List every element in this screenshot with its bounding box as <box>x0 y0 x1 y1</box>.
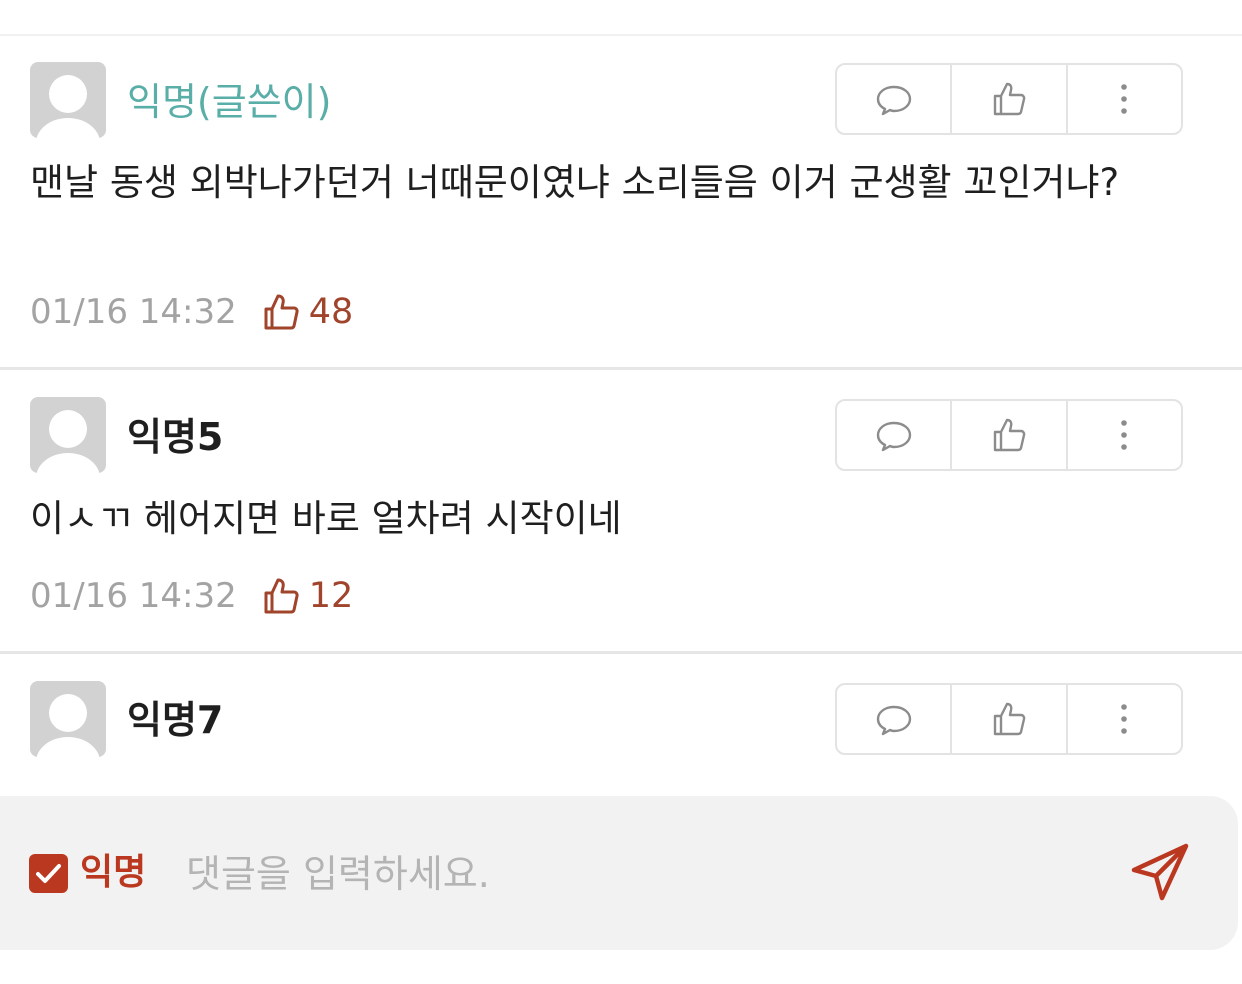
comment-divider <box>0 367 1242 370</box>
like-button[interactable] <box>950 65 1065 133</box>
comment-input-bar: 익명 <box>0 796 1238 950</box>
comment-text: 이ㅅㄲ 헤어지면 바로 얼차려 시작이네 <box>30 497 622 540</box>
avatar <box>30 397 106 473</box>
comment-actions <box>835 683 1183 755</box>
comment-time: 01/16 14:32 <box>30 292 237 332</box>
send-button[interactable] <box>1124 836 1196 908</box>
more-vertical-icon <box>1121 420 1128 450</box>
anonymous-label[interactable]: 익명 <box>80 851 146 895</box>
more-button[interactable] <box>1065 401 1181 469</box>
comment-meta: 01/16 14:32 48 <box>30 290 353 334</box>
like-count-icon <box>264 578 299 614</box>
comment-actions <box>835 399 1183 471</box>
anonymous-checkbox[interactable] <box>29 854 68 893</box>
top-divider <box>0 34 1242 36</box>
checkmark-icon <box>36 864 61 883</box>
avatar <box>30 62 106 138</box>
thumbs-up-icon <box>993 418 1026 452</box>
more-vertical-icon <box>1121 704 1128 734</box>
like-button[interactable] <box>950 401 1065 469</box>
reply-bubble-icon <box>876 705 911 736</box>
reply-button[interactable] <box>837 685 950 753</box>
avatar <box>30 681 106 757</box>
reply-bubble-icon <box>876 421 911 452</box>
more-button[interactable] <box>1065 685 1181 753</box>
like-button[interactable] <box>950 685 1065 753</box>
like-count-icon <box>264 294 299 330</box>
thumbs-up-icon <box>993 702 1026 736</box>
like-count: 12 <box>308 576 354 616</box>
comment-divider <box>0 651 1242 654</box>
reply-button[interactable] <box>837 65 950 133</box>
reply-bubble-icon <box>876 85 911 116</box>
comment-time: 01/16 14:32 <box>30 576 237 616</box>
thumbs-up-icon <box>993 82 1026 116</box>
comment-input[interactable] <box>186 848 1066 900</box>
reply-button[interactable] <box>837 401 950 469</box>
more-vertical-icon <box>1121 84 1128 114</box>
comment-author: 익명(글쓴이) <box>127 80 332 124</box>
more-button[interactable] <box>1065 65 1181 133</box>
like-count: 48 <box>308 292 354 332</box>
comment-meta: 01/16 14:32 12 <box>30 574 353 618</box>
comment-author: 익명7 <box>127 698 224 742</box>
comment-author: 익명5 <box>127 415 224 459</box>
comment-actions <box>835 63 1183 135</box>
send-icon <box>1131 843 1189 901</box>
comment-text: 맨날 동생 외박나가던거 너때문이였냐 소리들음 이거 군생활 꼬인거냐? <box>30 161 1120 204</box>
